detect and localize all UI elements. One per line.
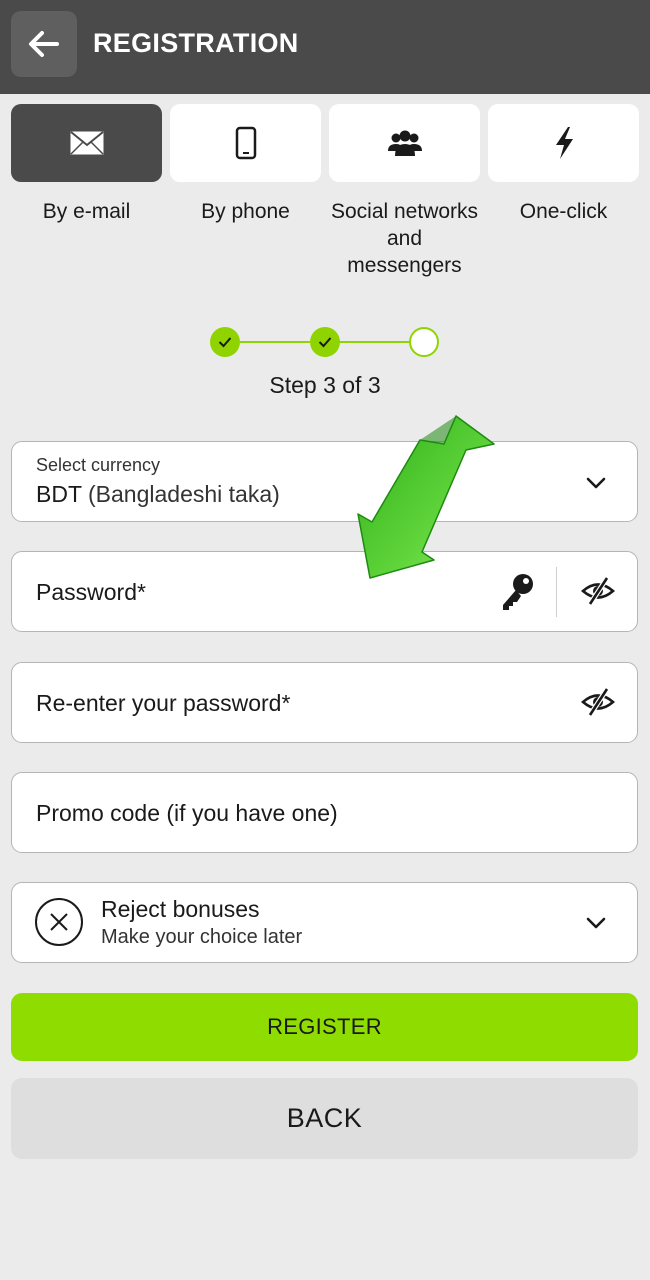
step-2-complete xyxy=(310,327,340,357)
chevron-down-icon xyxy=(586,917,606,929)
tab-social-label: Social networks and messengers xyxy=(330,200,479,277)
currency-code: BDT xyxy=(36,481,82,507)
password-field[interactable]: Password* xyxy=(11,551,638,632)
step-connector xyxy=(240,341,310,343)
back-button[interactable]: BACK xyxy=(11,1078,638,1159)
tab-by-phone-card[interactable] xyxy=(170,104,321,182)
tab-by-phone[interactable]: By phone xyxy=(170,104,329,225)
tab-social-card[interactable] xyxy=(329,104,480,182)
tab-social[interactable]: Social networks and messengers xyxy=(329,104,488,279)
promo-code-placeholder: Promo code (if you have one) xyxy=(36,800,338,826)
eye-slash-icon[interactable] xyxy=(581,576,615,606)
tab-by-email-card[interactable] xyxy=(11,104,162,182)
envelope-icon xyxy=(69,131,104,155)
step-1-complete xyxy=(210,327,240,357)
page-title: REGISTRATION xyxy=(93,28,299,58)
check-icon xyxy=(218,337,232,348)
field-divider xyxy=(556,567,557,617)
currency-select[interactable]: Select currency BDT (Bangladeshi taka) xyxy=(11,441,638,522)
register-button[interactable]: REGISTER xyxy=(11,993,638,1061)
promo-code-field[interactable]: Promo code (if you have one) xyxy=(11,772,638,853)
close-icon xyxy=(50,913,68,931)
tab-by-phone-label: By phone xyxy=(201,200,290,223)
step-counter-text: Step 3 of 3 xyxy=(269,372,381,398)
currency-name: (Bangladeshi taka) xyxy=(88,481,280,507)
pointer-arrow-icon xyxy=(357,415,495,579)
eye-slash-icon[interactable] xyxy=(581,687,615,717)
arrow-left-icon xyxy=(29,31,59,57)
chevron-down-icon xyxy=(586,477,606,489)
password-placeholder: Password* xyxy=(36,579,146,605)
confirm-password-placeholder: Re-enter your password* xyxy=(36,690,291,716)
lightning-icon xyxy=(555,127,573,159)
currency-value: BDT (Bangladeshi taka) xyxy=(36,481,280,508)
tab-one-click[interactable]: One-click xyxy=(488,104,647,225)
registration-method-tabs: By e-mail By phone Social networks and m… xyxy=(0,104,650,294)
confirm-password-field[interactable]: Re-enter your password* xyxy=(11,662,638,743)
top-bar: REGISTRATION xyxy=(0,0,650,94)
bonus-title: Reject bonuses xyxy=(101,896,260,922)
tab-by-email-label: By e-mail xyxy=(42,200,131,223)
users-icon xyxy=(387,130,422,156)
bonus-select[interactable]: Reject bonuses Make your choice later xyxy=(11,882,638,963)
check-icon xyxy=(318,337,332,348)
step-3-current xyxy=(409,327,439,357)
tab-by-email[interactable]: By e-mail xyxy=(11,104,170,225)
progress-stepper: Step 3 of 3 xyxy=(0,324,650,404)
reject-icon xyxy=(35,898,83,946)
phone-icon xyxy=(235,126,256,160)
step-connector xyxy=(339,341,411,343)
tab-one-click-label: One-click xyxy=(519,200,608,223)
header-back-button[interactable] xyxy=(11,11,77,77)
bonus-subtitle: Make your choice later xyxy=(101,926,303,948)
currency-label: Select currency xyxy=(36,455,161,475)
tab-one-click-card[interactable] xyxy=(488,104,639,182)
